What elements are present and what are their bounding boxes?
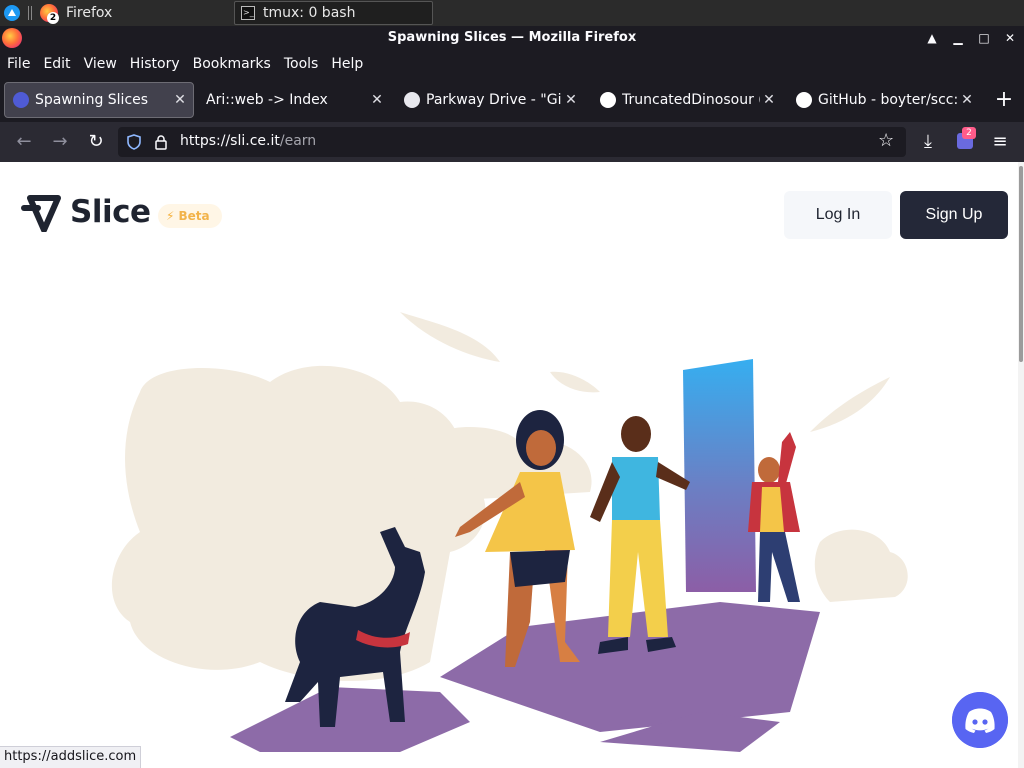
menu-file[interactable]: File: [6, 56, 37, 72]
forward-icon[interactable]: →: [48, 130, 72, 154]
boy-raised-arm: [778, 432, 796, 487]
taskbar-separator-icon: [28, 6, 32, 20]
close-icon[interactable]: ✕: [368, 91, 386, 109]
tab-title: TruncatedDinosour (T: [622, 92, 760, 108]
menu-view[interactable]: View: [83, 56, 124, 72]
download-icon[interactable]: ⤓: [916, 130, 940, 154]
cloud-shape: [814, 529, 908, 602]
app-menu-icon[interactable]: [3, 4, 21, 22]
firefox-icon: [2, 28, 22, 48]
beta-badge: ⚡ Beta: [158, 204, 222, 228]
menu-edit[interactable]: Edit: [42, 56, 77, 72]
menu-bar: File Edit View History Bookmarks Tools H…: [0, 50, 1024, 78]
github-icon: [600, 92, 616, 108]
tab-github-scc[interactable]: GitHub - boyter/scc: ✕: [788, 82, 980, 118]
hamburger-menu-icon[interactable]: ≡: [988, 130, 1012, 154]
web-page: Slice ⚡ Beta Log In Sign Up: [0, 162, 1018, 768]
taskbar-tmux[interactable]: >_ tmux: 0 bash: [234, 1, 433, 25]
tab-parkway-drive[interactable]: Parkway Drive - "Gin ✕: [396, 82, 584, 118]
man-head: [621, 416, 651, 452]
window-title: Spawning Slices — Mozilla Firefox: [387, 30, 637, 45]
woman-shorts: [510, 550, 570, 587]
close-icon[interactable]: ✕: [171, 91, 189, 109]
url-text[interactable]: https://sli.ce.it/earn: [180, 133, 316, 149]
maximize-icon[interactable]: □: [976, 30, 992, 46]
discord-button[interactable]: [952, 692, 1008, 748]
tab-ari-web[interactable]: Ari::web -> Index ✕: [198, 82, 390, 118]
extension-badge: 2: [962, 127, 976, 139]
cloud-wisp: [550, 371, 600, 393]
tab-truncated-dinosour[interactable]: TruncatedDinosour (T ✕: [592, 82, 782, 118]
boy-pants: [758, 532, 800, 602]
log-in-button[interactable]: Log In: [784, 191, 892, 239]
system-taskbar: 2 Firefox >_ tmux: 0 bash: [0, 0, 1024, 26]
cloud-wisp: [400, 312, 500, 362]
close-icon[interactable]: ✕: [958, 91, 976, 109]
link-status-bar: https://addslice.com: [0, 746, 142, 768]
menu-help[interactable]: Help: [330, 56, 370, 72]
back-icon[interactable]: ←: [12, 130, 36, 154]
sign-up-button[interactable]: Sign Up: [900, 191, 1008, 239]
url-host: https://sli.ce.it: [180, 133, 280, 149]
brand-name[interactable]: Slice: [70, 194, 151, 230]
globe-icon: [404, 92, 420, 108]
slice-logo-icon[interactable]: [20, 194, 64, 232]
taskbar-tmux-label: tmux: 0 bash: [263, 5, 356, 21]
navigation-toolbar: ← → ↻ https://sli.ce.it/earn ☆ ⤓ 2 ≡: [0, 122, 1024, 162]
tab-title: Spawning Slices: [35, 92, 149, 108]
minimize-icon[interactable]: ▁: [950, 30, 966, 46]
man-shirt: [612, 457, 660, 520]
firefox-icon: 2: [40, 4, 59, 24]
screen: 2 Firefox >_ tmux: 0 bash Spawning Slice…: [0, 0, 1024, 768]
cloud-shape: [411, 427, 592, 502]
firefox-window-count: 2: [47, 12, 59, 24]
lightning-icon: ⚡: [166, 209, 175, 223]
shield-icon[interactable]: [126, 134, 142, 150]
portal-door: [683, 359, 756, 592]
menu-bookmarks[interactable]: Bookmarks: [192, 56, 278, 72]
woman-face: [526, 430, 556, 466]
tab-spawning-slices[interactable]: Spawning Slices ✕: [4, 82, 194, 118]
url-path: /earn: [279, 133, 317, 149]
bookmark-star-icon[interactable]: ☆: [878, 130, 894, 151]
tab-strip: Spawning Slices ✕ Ari::web -> Index ✕ Pa…: [0, 78, 1024, 122]
taskbar-firefox-label: Firefox: [66, 5, 113, 21]
cloud-wisp: [810, 377, 890, 432]
tab-title: Parkway Drive - "Gin: [426, 92, 562, 108]
beta-label: Beta: [178, 209, 210, 223]
close-icon[interactable]: ✕: [1002, 30, 1018, 46]
tab-title: Ari::web -> Index: [206, 92, 328, 108]
new-tab-button[interactable]: +: [992, 86, 1016, 114]
boy-head: [758, 457, 780, 483]
menu-tools[interactable]: Tools: [283, 56, 326, 72]
reload-icon[interactable]: ↻: [84, 130, 108, 154]
chevron-up-icon[interactable]: ▲: [924, 30, 940, 46]
lock-icon[interactable]: [154, 134, 168, 150]
terminal-icon: >_: [241, 6, 255, 20]
boy-shirt: [760, 487, 784, 532]
floor-shape: [230, 687, 470, 752]
hero-illustration: [111, 312, 908, 752]
window-controls: ▲ ▁ □ ✕: [924, 26, 1018, 50]
github-icon: [796, 92, 812, 108]
close-icon[interactable]: ✕: [760, 91, 778, 109]
menu-history[interactable]: History: [129, 56, 187, 72]
url-bar[interactable]: https://sli.ce.it/earn ☆: [118, 127, 906, 157]
page-scrollbar-thumb[interactable]: [1019, 166, 1023, 362]
window-titlebar: Spawning Slices — Mozilla Firefox ▲ ▁ □ …: [0, 26, 1024, 50]
slice-favicon-icon: [13, 92, 29, 108]
tab-title: GitHub - boyter/scc:: [818, 92, 958, 108]
close-icon[interactable]: ✕: [562, 91, 580, 109]
taskbar-firefox[interactable]: 2 Firefox: [34, 1, 232, 25]
